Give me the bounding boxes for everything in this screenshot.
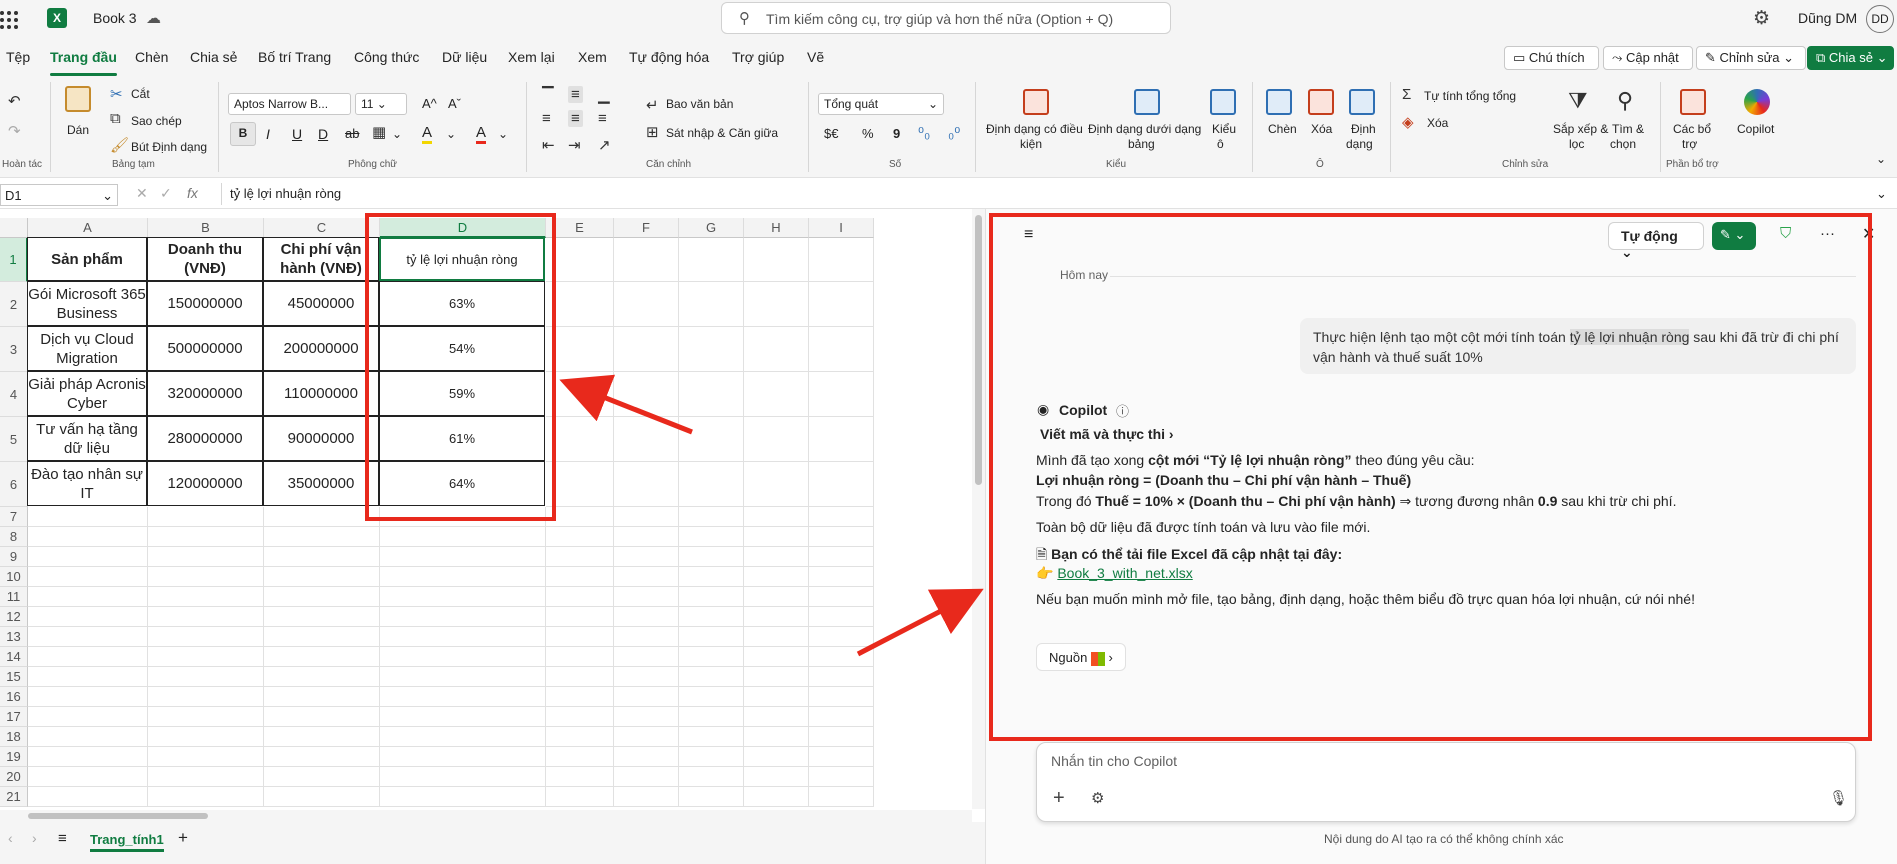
arrow-to-copilot bbox=[856, 588, 984, 657]
excel-window: X Book 3 ☁ ⚲ Tìm kiếm công cụ, trợ giúp … bbox=[0, 0, 1897, 864]
arrow-to-column-d bbox=[559, 374, 693, 435]
annotation-arrows bbox=[559, 374, 984, 657]
